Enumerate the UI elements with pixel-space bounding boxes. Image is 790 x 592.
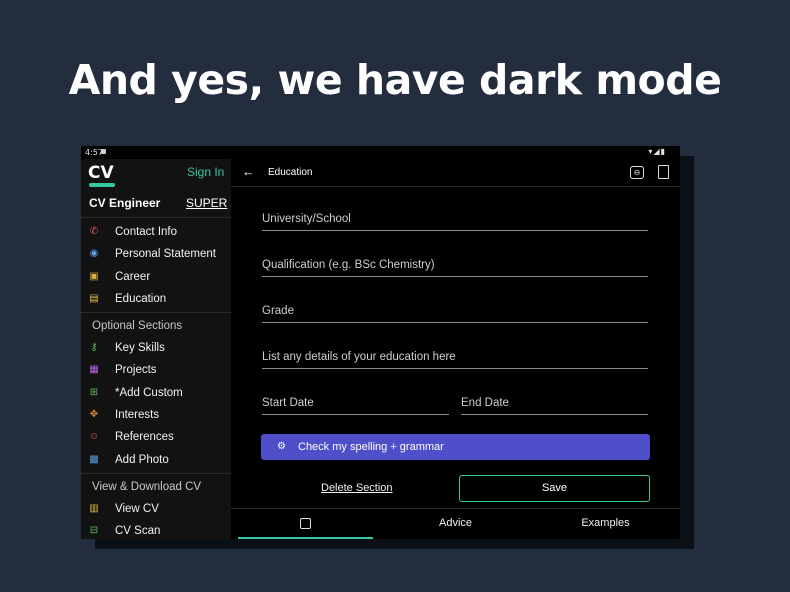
- tab-advice[interactable]: Advice: [381, 509, 530, 539]
- bottom-tabs: Advice Examples: [231, 508, 680, 539]
- main-panel: ← Education ⊖ ⚙ Check my spelling + gram…: [231, 159, 680, 539]
- scan-icon: ⊟: [89, 525, 99, 536]
- end-date-field[interactable]: [461, 394, 648, 415]
- check-spelling-label: Check my spelling + grammar: [298, 441, 444, 453]
- document-icon: ▥: [89, 503, 99, 514]
- sidebar-item-label: View CV: [115, 503, 159, 515]
- headline: And yes, we have dark mode: [68, 56, 722, 104]
- sidebar-item-career[interactable]: ▣ Career: [81, 268, 231, 288]
- end-date-input[interactable]: [461, 394, 648, 412]
- sidebar-item-interests[interactable]: ✥ Interests: [81, 406, 231, 426]
- page-title: Education: [268, 167, 313, 178]
- grade-field[interactable]: [262, 302, 648, 323]
- edit-icon: [300, 518, 311, 529]
- sidebar-divider: [81, 312, 231, 313]
- sidebar-item-personal-statement[interactable]: ◉ Personal Statement: [81, 245, 231, 265]
- briefcase-icon: ▣: [89, 271, 99, 282]
- key-icon: ⚷: [90, 342, 98, 353]
- sidebar-item-education[interactable]: ▤ Education: [81, 290, 231, 310]
- tab-active-indicator: [238, 537, 373, 539]
- sidebar-item-cv-scan[interactable]: ⊟ CV Scan: [81, 522, 231, 539]
- view-download-label: View & Download CV: [92, 481, 202, 493]
- save-button[interactable]: Save: [459, 475, 650, 502]
- delete-section-link[interactable]: Delete Section: [321, 482, 393, 494]
- top-app-bar: ← Education ⊖: [231, 159, 680, 187]
- check-spelling-button[interactable]: ⚙ Check my spelling + grammar: [261, 434, 650, 460]
- robot-icon: ⚙: [277, 441, 286, 452]
- sidebar-item-add-photo[interactable]: ▩ Add Photo: [81, 451, 231, 471]
- sidebar-divider: [81, 217, 231, 218]
- sidebar-item-label: Add Photo: [115, 454, 169, 466]
- clipboard-icon: ▦: [89, 364, 99, 375]
- optional-sections-label: Optional Sections: [92, 320, 183, 332]
- people-icon: ☺: [88, 431, 100, 442]
- sidebar-item-label: References: [115, 431, 174, 443]
- sidebar-item-contact-info[interactable]: ✆ Contact Info: [81, 223, 231, 243]
- sidebar-item-projects[interactable]: ▦ Projects: [81, 361, 231, 381]
- sidebar-item-key-skills[interactable]: ⚷ Key Skills: [81, 339, 231, 359]
- grade-input[interactable]: [262, 302, 648, 320]
- sign-in-link[interactable]: Sign In: [187, 165, 224, 179]
- photo-icon: ▩: [89, 454, 99, 465]
- notification-icon: [101, 149, 106, 154]
- super-badge[interactable]: SUPER: [186, 196, 227, 210]
- sidebar-item-label: *Add Custom: [115, 387, 183, 399]
- logo-underline: [89, 183, 115, 187]
- book-icon: ▤: [89, 293, 99, 304]
- interests-icon: ✥: [89, 409, 99, 420]
- details-field[interactable]: [262, 348, 648, 369]
- sidebar-item-view-cv[interactable]: ▥ View CV: [81, 500, 231, 520]
- details-input[interactable]: [262, 348, 648, 366]
- tab-examples[interactable]: Examples: [531, 509, 680, 539]
- document-icon[interactable]: [658, 165, 669, 179]
- sidebar: CV Sign In CV Engineer SUPER ✆ Contact I…: [81, 159, 231, 539]
- status-bar: 4:57 ▾◢▮: [81, 146, 680, 159]
- sidebar-item-label: Career: [115, 271, 151, 283]
- sidebar-item-label: Personal Statement: [115, 248, 217, 260]
- person-icon: ◉: [89, 248, 99, 259]
- sidebar-item-label: Projects: [115, 364, 157, 376]
- start-date-input[interactable]: [262, 394, 449, 412]
- sidebar-item-label: Key Skills: [115, 342, 165, 354]
- top-bar-divider: [231, 186, 680, 187]
- status-icons: ▾◢▮: [648, 147, 666, 156]
- sidebar-item-label: Interests: [115, 409, 160, 421]
- app-name: CV Engineer: [89, 196, 161, 210]
- sidebar-item-references[interactable]: ☺ References: [81, 428, 231, 448]
- sidebar-item-label: Education: [115, 293, 167, 305]
- device-screen: 4:57 ▾◢▮ CV Sign In CV Engineer SUPER ✆ …: [81, 146, 680, 539]
- plus-icon: ⊞: [89, 387, 99, 398]
- sidebar-item-add-custom[interactable]: ⊞ *Add Custom: [81, 384, 231, 404]
- phone-icon: ✆: [89, 226, 99, 237]
- qualification-input[interactable]: [262, 256, 648, 274]
- back-arrow-icon[interactable]: ←: [242, 164, 255, 179]
- start-date-field[interactable]: [262, 394, 449, 415]
- scan-icon[interactable]: ⊖: [630, 166, 644, 179]
- tab-edit[interactable]: [231, 509, 380, 539]
- school-input[interactable]: [262, 210, 648, 228]
- sidebar-item-label: Contact Info: [115, 226, 178, 238]
- sidebar-divider: [81, 473, 231, 474]
- school-field[interactable]: [262, 210, 648, 231]
- sidebar-item-label: CV Scan: [115, 525, 161, 537]
- qualification-field[interactable]: [262, 256, 648, 277]
